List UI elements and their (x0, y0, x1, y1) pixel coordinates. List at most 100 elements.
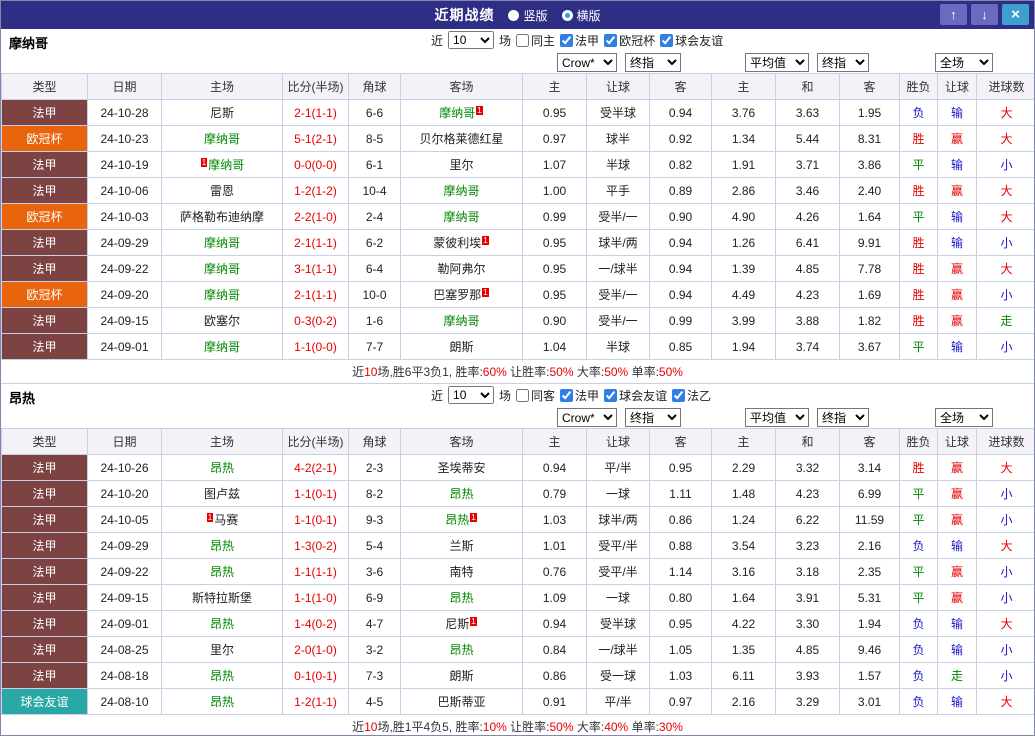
match-score: 1-1(0-1) (282, 480, 349, 507)
avg-draw: 6.22 (775, 506, 840, 533)
filter-label: 同客 (531, 388, 556, 403)
odds-handicap: 半球 (586, 333, 650, 360)
header-result-outcome: 胜负 (899, 73, 938, 100)
average-select[interactable]: 平均值 (745, 408, 809, 427)
result-goals: 大 (976, 177, 1034, 204)
move-down-button[interactable]: ↓ (971, 4, 998, 25)
header-match-score: 比分(半场) (282, 428, 349, 455)
avg-draw: 3.88 (775, 307, 840, 334)
recent-count-select[interactable]: 10 (448, 386, 495, 404)
home-team: 欧塞尔 (161, 307, 283, 334)
filter-checkbox[interactable] (672, 388, 686, 402)
away-team: 兰斯 (400, 532, 523, 559)
average-select[interactable]: 平均值 (745, 53, 809, 72)
summary-segment: 50% (604, 365, 629, 379)
filter-checkbox[interactable] (516, 388, 530, 402)
result-goals: 小 (976, 229, 1034, 256)
filter-法甲[interactable]: 法甲 (560, 32, 599, 49)
recent-count-select[interactable]: 10 (448, 31, 495, 49)
away-team: 昂热 (400, 480, 523, 507)
odds-company-select[interactable]: Crow* (557, 408, 617, 427)
summary-row: 近10场,胜1平4负5, 胜率:10% 让胜率:50% 大率:40% 单率:30… (1, 715, 1034, 735)
avg-away: 3.14 (839, 454, 900, 481)
odds-handicap: 半球 (586, 151, 650, 178)
odds-handicap: 受半球 (586, 99, 650, 126)
filter-checkbox[interactable] (560, 388, 574, 402)
odds-company-select[interactable]: Crow* (557, 53, 617, 72)
corner-score: 6-9 (348, 584, 401, 611)
away-team: 圣埃蒂安 (400, 454, 523, 481)
filter-checkbox[interactable] (560, 33, 574, 47)
filter-checkbox[interactable] (516, 33, 530, 47)
filter-checkbox[interactable] (660, 33, 674, 47)
league-type-badge: 法甲 (1, 584, 88, 611)
filter-checkbox[interactable] (604, 388, 618, 402)
result-outcome: 平 (899, 203, 938, 230)
corner-score: 2-3 (348, 454, 401, 481)
filter-球会友谊[interactable]: 球会友谊 (604, 387, 667, 404)
radio-horizontal-label: 横版 (576, 8, 601, 23)
odds-final-select[interactable]: 终指 (625, 53, 681, 72)
odds-away: 1.14 (649, 558, 712, 585)
summary-segment: 场,胜6平3负1, 胜率: (377, 365, 483, 379)
filter-checkbox[interactable] (604, 33, 618, 47)
filter-法甲[interactable]: 法甲 (560, 387, 599, 404)
header-league-type-badge: 类型 (1, 73, 88, 100)
match-row: 欧冠杯 24-09-20 摩纳哥 2-1(1-1) 10-0 巴塞罗那 1 0.95 受半/一 0… (1, 281, 1034, 308)
odds-away: 0.90 (649, 203, 712, 230)
close-button[interactable]: × (1002, 4, 1029, 25)
summary-segment: 让胜率: (506, 365, 550, 379)
odds-away: 1.11 (649, 480, 712, 507)
result-outcome: 平 (899, 151, 938, 178)
home-team: 摩纳哥 (161, 229, 283, 256)
red-card-icon: 1 (470, 617, 477, 626)
league-type-badge: 法甲 (1, 532, 88, 559)
filter-法乙[interactable]: 法乙 (672, 387, 711, 404)
odds-home: 0.91 (522, 688, 587, 715)
result-goals: 走 (976, 307, 1034, 334)
filter-同主[interactable]: 同主 (516, 32, 555, 49)
corner-score: 8-2 (348, 480, 401, 507)
match-date: 24-09-15 (87, 307, 162, 334)
result-outcome: 胜 (899, 281, 938, 308)
filter-欧冠杯[interactable]: 欧冠杯 (604, 32, 655, 49)
odds-away: 0.88 (649, 532, 712, 559)
result-handicap: 输 (937, 151, 977, 178)
odds-handicap: 球半/两 (586, 506, 650, 533)
team-name: 摩纳哥 (443, 314, 480, 328)
away-team: 昂热 (400, 636, 523, 663)
filter-球会友谊[interactable]: 球会友谊 (660, 32, 723, 49)
corner-score: 10-4 (348, 177, 401, 204)
odds-final-select[interactable]: 终指 (625, 408, 681, 427)
scope-select[interactable]: 全场 (935, 408, 993, 427)
odds-home: 1.09 (522, 584, 587, 611)
result-outcome: 胜 (899, 229, 938, 256)
team-name: 摩纳哥 (203, 262, 240, 276)
match-score: 1-2(1-2) (282, 177, 349, 204)
result-goals: 大 (976, 125, 1034, 152)
avg-away: 7.78 (839, 255, 900, 282)
result-handicap: 赢 (937, 584, 977, 611)
header-avg-draw: 和 (775, 428, 840, 455)
radio-horizontal-layout[interactable]: 横版 (561, 7, 601, 24)
team-name: 巴斯蒂亚 (437, 695, 486, 709)
radio-vertical-label: 竖版 (523, 8, 548, 23)
result-handicap: 输 (937, 610, 977, 637)
result-goals: 大 (976, 688, 1034, 715)
header-odds-away: 客 (649, 428, 712, 455)
radio-vertical-layout[interactable]: 竖版 (508, 7, 548, 24)
header-home-team: 主场 (161, 428, 283, 455)
scope-select[interactable]: 全场 (935, 53, 993, 72)
filter-同客[interactable]: 同客 (516, 387, 555, 404)
filter-label: 法甲 (575, 33, 600, 48)
team-name: 蒙彼利埃 (433, 236, 482, 250)
match-row: 法甲 24-09-01 昂热 1-4(0-2) 4-7 尼斯 1 0.94 受半球 0.95 4.2… (1, 610, 1034, 637)
average-final-select[interactable]: 终指 (817, 408, 869, 427)
avg-home: 3.76 (711, 99, 776, 126)
match-date: 24-10-19 (87, 151, 162, 178)
move-up-button[interactable]: ↑ (940, 4, 967, 25)
league-type-badge: 法甲 (1, 610, 88, 637)
team-name: 贝尔格莱德红星 (419, 132, 504, 146)
match-date: 24-10-23 (87, 125, 162, 152)
average-final-select[interactable]: 终指 (817, 53, 869, 72)
